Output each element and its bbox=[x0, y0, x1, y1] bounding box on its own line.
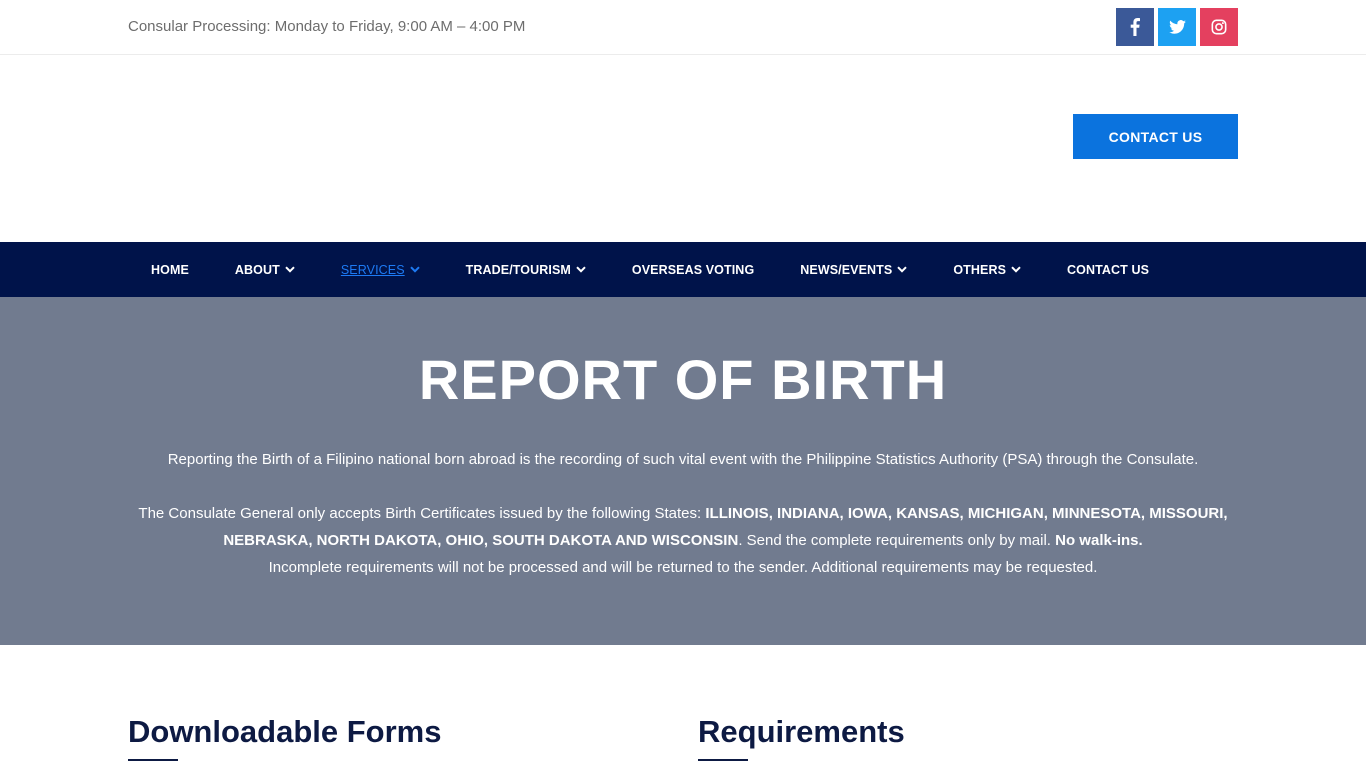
chevron-down-icon bbox=[576, 266, 586, 273]
nav-item-label: SERVICES bbox=[340, 262, 405, 277]
nav-item-label: HOME bbox=[151, 262, 189, 277]
chevron-down-icon bbox=[897, 266, 908, 273]
facebook-icon bbox=[1130, 18, 1140, 36]
nav-item-others[interactable]: OTHERS bbox=[953, 263, 1021, 277]
chevron-down-icon bbox=[285, 266, 295, 273]
nav-item-label: ABOUT bbox=[234, 262, 280, 277]
heading-underline bbox=[128, 759, 178, 761]
nav-item-about[interactable]: ABOUT bbox=[235, 263, 295, 277]
top-bar: Consular Processing: Monday to Friday, 9… bbox=[0, 0, 1366, 55]
nav-item-services[interactable]: SERVICES bbox=[341, 263, 420, 277]
social-links bbox=[1116, 8, 1238, 46]
nav-item-contact-us[interactable]: CONTACT US bbox=[1067, 263, 1149, 277]
nav-item-label: TRADE/TOURISM bbox=[465, 262, 571, 277]
twitter-link[interactable] bbox=[1158, 8, 1196, 46]
chevron-down-icon bbox=[1011, 266, 1021, 273]
heading-underline bbox=[698, 759, 748, 761]
intro-text: Reporting the Birth of a Filipino nation… bbox=[167, 451, 1199, 468]
states-paragraph: The Consulate General only accepts Birth… bbox=[128, 500, 1238, 581]
hero-banner: REPORT OF BIRTH Reporting the Birth of a… bbox=[0, 297, 1366, 645]
requirements-heading: Requirements bbox=[698, 714, 905, 749]
nav-item-trade-tourism[interactable]: TRADE/TOURISM bbox=[466, 263, 586, 277]
nav-item-label: OVERSEAS VOTING bbox=[631, 262, 755, 277]
no-walkins-text: No walk-ins. bbox=[1055, 532, 1143, 549]
page-title: REPORT OF BIRTH bbox=[418, 348, 948, 411]
instagram-icon bbox=[1211, 19, 1227, 35]
main-nav: HOME ABOUT SERVICES TRADE/TOURISM OVERSE… bbox=[0, 242, 1366, 297]
chevron-down-icon bbox=[409, 266, 420, 273]
office-hours: Consular Processing: Monday to Friday, 9… bbox=[128, 18, 526, 35]
states-lead-text: The Consulate General only accepts Birth… bbox=[138, 505, 706, 522]
nav-item-home[interactable]: HOME bbox=[151, 263, 189, 277]
nav-item-label: CONTACT US bbox=[1067, 262, 1150, 277]
nav-item-overseas-voting[interactable]: OVERSEAS VOTING bbox=[632, 263, 754, 277]
site-header: CONTACT US bbox=[0, 55, 1366, 242]
instagram-link[interactable] bbox=[1200, 8, 1238, 46]
nav-item-news-events[interactable]: NEWS/EVENTS bbox=[800, 262, 908, 277]
downloadable-forms-heading: Downloadable Forms bbox=[128, 714, 442, 749]
facebook-link[interactable] bbox=[1116, 8, 1154, 46]
incomplete-note-text: Incomplete requirements will not be proc… bbox=[268, 559, 1098, 576]
twitter-icon bbox=[1168, 20, 1186, 34]
contact-us-button[interactable]: CONTACT US bbox=[1073, 114, 1238, 159]
nav-item-label: NEWS/EVENTS bbox=[800, 262, 893, 277]
mail-note-text: . Send the complete requirements only by… bbox=[738, 532, 1056, 549]
nav-item-label: OTHERS bbox=[953, 262, 1007, 277]
